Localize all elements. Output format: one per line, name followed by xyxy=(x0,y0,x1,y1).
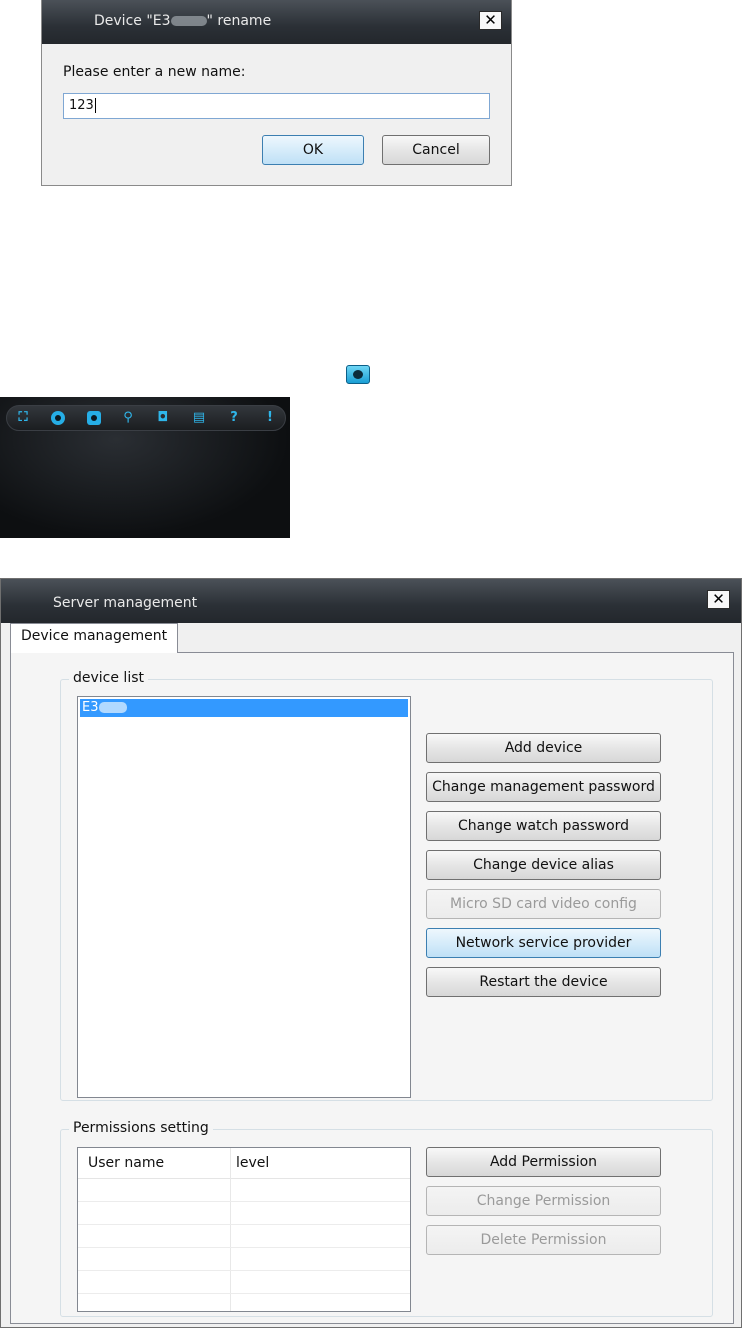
rename-dialog: Device "E3 " rename ✕ Please enter a new … xyxy=(41,0,512,186)
delete-permission-button[interactable]: Delete Permission xyxy=(426,1225,661,1255)
network-service-provider-button[interactable]: Network service provider xyxy=(426,928,661,958)
permissions-group: Permissions setting User name level Add … xyxy=(60,1120,713,1317)
device-list-label: device list xyxy=(69,670,148,686)
rename-titlebar[interactable]: Device "E3 " rename ✕ xyxy=(42,0,511,44)
rename-title: Device "E3 " rename xyxy=(94,13,272,29)
snapshot-icon[interactable] xyxy=(87,411,101,425)
device-management-panel: device list E3 Add device Change managem… xyxy=(10,652,734,1324)
device-list-group: device list E3 Add device Change managem… xyxy=(60,670,713,1101)
ok-button[interactable]: OK xyxy=(262,135,364,165)
column-header-user-name[interactable]: User name xyxy=(88,1155,164,1171)
add-permission-button[interactable]: Add Permission xyxy=(426,1147,661,1177)
camera-toolbar: ⛶ ⚲ ◘ ▤ ? ! xyxy=(6,405,286,431)
change-management-password-button[interactable]: Change management password xyxy=(426,772,661,802)
fullscreen-icon[interactable]: ⛶ xyxy=(16,411,30,425)
table-row xyxy=(78,1247,410,1248)
redacted-text xyxy=(98,702,127,713)
table-row xyxy=(78,1201,410,1202)
alert-icon[interactable]: ! xyxy=(263,411,277,425)
storage-icon[interactable]: ▤ xyxy=(192,411,206,425)
search-icon[interactable]: ⚲ xyxy=(121,411,135,425)
change-permission-button[interactable]: Change Permission xyxy=(426,1186,661,1216)
cancel-button[interactable]: Cancel xyxy=(382,135,490,165)
new-name-input[interactable]: 123 xyxy=(63,93,490,119)
sd-card-video-config-button[interactable]: Micro SD card video config xyxy=(426,889,661,919)
video-panel: ⛶ ⚲ ◘ ▤ ? ! xyxy=(0,397,290,538)
server-titlebar[interactable]: Server management ✕ xyxy=(1,579,741,623)
table-row xyxy=(78,1293,410,1294)
redacted-text xyxy=(170,16,207,26)
table-row xyxy=(78,1224,410,1225)
change-device-alias-button[interactable]: Change device alias xyxy=(426,850,661,880)
add-device-button[interactable]: Add device xyxy=(426,733,661,763)
server-title: Server management xyxy=(53,595,198,611)
server-management-window: Server management ✕ Device management de… xyxy=(0,578,742,1328)
help-icon[interactable]: ? xyxy=(227,411,241,425)
device-listbox[interactable]: E3 xyxy=(77,696,411,1098)
restart-device-button[interactable]: Restart the device xyxy=(426,967,661,997)
snapshot-icon xyxy=(346,365,370,384)
tab-device-management[interactable]: Device management xyxy=(10,623,178,653)
record-icon[interactable] xyxy=(51,411,65,425)
list-item[interactable]: E3 xyxy=(80,699,408,717)
lock-icon[interactable]: ◘ xyxy=(156,411,170,425)
rename-close-button[interactable]: ✕ xyxy=(479,11,502,30)
table-header: User name level xyxy=(78,1148,410,1179)
permissions-label: Permissions setting xyxy=(69,1120,213,1136)
table-row xyxy=(78,1270,410,1271)
column-header-level[interactable]: level xyxy=(236,1155,269,1171)
permissions-table[interactable]: User name level xyxy=(77,1147,411,1312)
rename-prompt-label: Please enter a new name: xyxy=(63,64,246,80)
change-watch-password-button[interactable]: Change watch password xyxy=(426,811,661,841)
server-close-button[interactable]: ✕ xyxy=(707,590,730,609)
column-divider xyxy=(230,1148,231,1311)
